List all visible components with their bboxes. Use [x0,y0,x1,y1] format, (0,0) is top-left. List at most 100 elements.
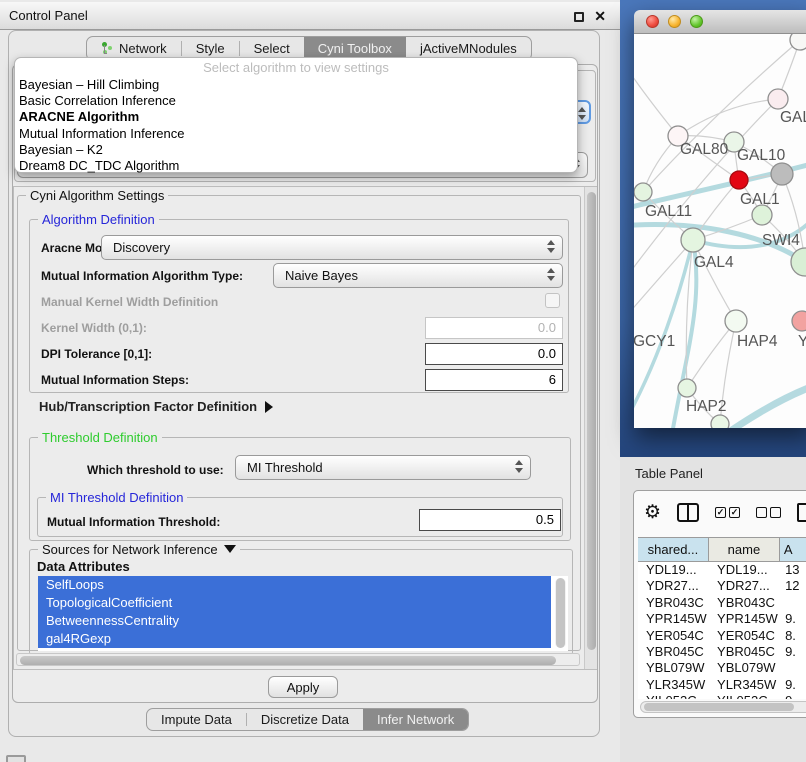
list-item[interactable]: Dream8 DC_TDC Algorithm [15,158,577,174]
table-horizontal-scrollbar[interactable] [640,701,806,713]
scrollbar-thumb[interactable] [587,192,596,650]
settings-vertical-scrollbar[interactable] [584,187,597,669]
node-gal11[interactable] [634,183,652,201]
mi-threshold-field[interactable]: 0.5 [419,509,561,531]
node-label: GAL80 [680,141,729,158]
combo-value: Discovery [113,240,170,255]
minimize-traffic-icon[interactable] [668,15,681,28]
node-gal4[interactable] [681,228,705,252]
float-window-icon[interactable] [574,12,584,22]
apply-button[interactable]: Apply [268,676,338,698]
node-table-card: ⚙ ✓ ✓ shared... name A YDL19...YDL19...1… [633,490,806,718]
teal-edges [634,162,806,428]
stepper-icon [547,268,555,281]
node-gray[interactable] [771,163,793,185]
tab-infer-network[interactable]: Infer Network [363,709,468,730]
manual-kernel-label: Manual Kernel Width Definition [41,295,218,309]
list-item[interactable]: Bayesian – K2 [15,142,577,158]
node-label: GCY1 [634,333,675,350]
network-graph: GAL GAL80 GAL10 GAL1 GAL11 SWI4 GAL4 GCY… [634,34,806,428]
settings-horizontal-scrollbar[interactable] [16,653,580,666]
mi-steps-field[interactable]: 6 [425,369,563,391]
table-row[interactable]: YPR145WYPR145W9. [638,611,806,627]
kernel-width-field[interactable]: 0.0 [425,317,563,339]
scrollbar-thumb[interactable] [20,656,556,665]
dpi-tolerance-label: DPI Tolerance [0,1]: [41,347,152,361]
scrollbar-thumb[interactable] [644,703,794,711]
table-cell: YDR27... [638,578,709,594]
node-red-selected[interactable] [730,171,748,189]
close-traffic-icon[interactable] [646,15,659,28]
tab-label: Select [254,41,290,56]
table-cell: YIL052C [709,693,780,699]
network-window-titlebar[interactable] [634,10,806,34]
manual-kernel-checkbox[interactable] [545,293,560,308]
aracne-mode-combo[interactable]: Discovery [101,235,563,260]
attribute-item-selected[interactable]: BetweennessCentrality [38,612,551,630]
node-salmon[interactable] [792,311,806,331]
table-cell: YBL079W [709,660,780,676]
column-header[interactable]: shared... [638,538,709,561]
column-header[interactable]: A [780,538,806,561]
tab-label: jActiveMNodules [420,41,517,56]
node-hap2[interactable] [678,379,696,397]
node-label: GAL1 [740,191,780,208]
collapsed-panel-icon[interactable] [6,755,26,762]
node[interactable] [790,34,806,50]
attribute-item-selected[interactable]: SelfLoops [38,576,551,594]
list-item[interactable]: Basic Correlation Inference [15,93,577,109]
node[interactable] [768,89,788,109]
attribute-item-selected[interactable]: TopologicalCoefficient [38,594,551,612]
node[interactable] [711,415,729,428]
table-row[interactable]: YDR27...YDR27...12 [638,578,806,594]
table-cell: YDL19... [638,562,709,578]
list-scrollbar[interactable] [555,578,566,648]
tab-impute-data[interactable]: Impute Data [147,709,246,730]
table-row[interactable]: YBR045CYBR045C9. [638,644,806,660]
deselect-all-checks-icon[interactable] [756,507,781,518]
table-row[interactable]: YLR345WYLR345W9. [638,677,806,693]
table-cell: YLR345W [638,677,709,693]
network-canvas[interactable]: GAL GAL80 GAL10 GAL1 GAL11 SWI4 GAL4 GCY… [634,34,806,428]
gear-icon[interactable]: ⚙ [644,503,661,522]
table-row[interactable]: YIL052CYIL052C9 [638,693,806,699]
close-icon[interactable]: ✕ [594,8,606,25]
select-all-checks-icon[interactable]: ✓ ✓ [715,507,740,518]
table-row[interactable]: YDL19...YDL19...13 [638,562,806,578]
which-threshold-combo[interactable]: MI Threshold [235,455,531,480]
scrollbar-thumb[interactable] [556,578,565,648]
node-gal1[interactable] [752,205,772,225]
control-panel-titlebar: Control Panel ✕ [0,2,620,30]
bottom-tab-bar: Impute Data Discretize Data Infer Networ… [146,708,469,731]
tab-label: Style [196,41,225,56]
node-label: Y [798,333,806,350]
columns-icon[interactable] [677,503,699,522]
table-cell: YLR345W [709,677,780,693]
checked-box-icon: ✓ [729,507,740,518]
column-header[interactable]: name [709,538,780,561]
dpi-tolerance-field[interactable]: 0.0 [425,343,563,365]
tab-discretize-data[interactable]: Discretize Data [247,709,363,730]
table-cell [780,660,806,676]
tab-label: Cyni Toolbox [318,41,392,56]
list-item-selected[interactable]: ARACNE Algorithm [15,109,577,125]
list-item[interactable]: Mutual Information Inference [15,126,577,142]
table-row[interactable]: YBL079WYBL079W [638,660,806,676]
checked-box-icon: ✓ [715,507,726,518]
stepper-icon [515,460,523,473]
table-cell [780,595,806,611]
table-row[interactable]: YBR043CYBR043C [638,595,806,611]
table-row[interactable]: YER054CYER054C8. [638,628,806,644]
mi-type-combo[interactable]: Naive Bayes [273,263,563,288]
table-body: YDL19...YDL19...13 YDR27...YDR27...12 YB… [638,562,806,699]
attribute-item-selected[interactable]: gal4RGexp [38,630,551,648]
stepper-icon [578,107,586,120]
export-table-icon[interactable] [797,503,806,522]
zoom-traffic-icon[interactable] [690,15,703,28]
table-cell: YBR045C [709,644,780,660]
group-title: Threshold Definition [38,430,162,445]
node-hap4[interactable] [725,310,747,332]
combo-value: Naive Bayes [285,268,358,283]
hub-definition-toggle[interactable]: Hub/Transcription Factor Definition [39,399,273,414]
list-item[interactable]: Bayesian – Hill Climbing [15,77,577,93]
